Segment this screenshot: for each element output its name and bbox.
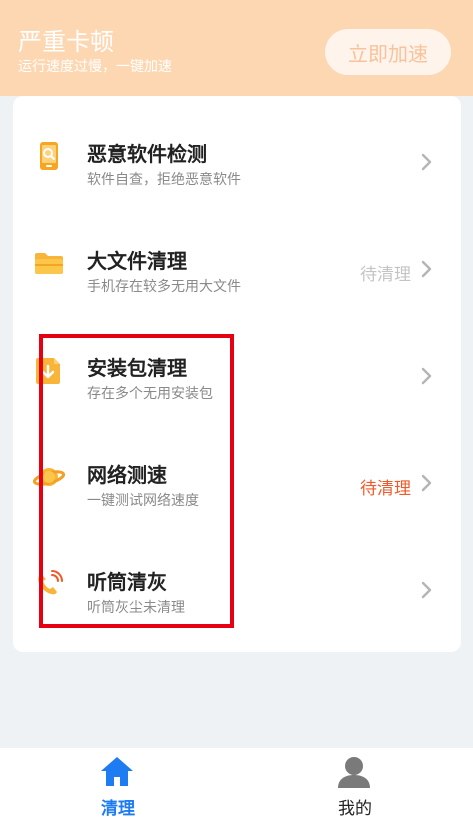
header-banner: 严重卡顿 运行速度过慢，一键加速 立即加速 — [0, 0, 473, 96]
cleanup-list-card: 恶意软件检测 软件自查，拒绝恶意软件 大文件清理 手机存在较多无用大文件 待清理… — [13, 96, 461, 652]
phone-search-icon — [40, 142, 58, 170]
header-title: 严重卡顿 — [18, 28, 114, 56]
item-desc: 软件自查，拒绝恶意软件 — [87, 172, 241, 188]
tab-mine[interactable]: 我的 — [237, 748, 473, 823]
chevron-right-icon — [421, 581, 432, 599]
header-subtitle: 运行速度过慢，一键加速 — [18, 59, 172, 75]
package-download-icon — [36, 358, 60, 384]
list-item-speed-test[interactable]: 网络测速 一键测试网络速度 待清理 — [13, 417, 461, 523]
list-item-large-files[interactable]: 大文件清理 手机存在较多无用大文件 待清理 — [13, 203, 461, 309]
chevron-right-icon — [421, 474, 432, 492]
item-desc: 存在多个无用安装包 — [87, 386, 213, 402]
chevron-right-icon — [421, 367, 432, 385]
tab-label: 我的 — [338, 799, 372, 819]
folder-icon — [35, 253, 63, 274]
tab-clean[interactable]: 清理 — [0, 748, 236, 823]
bottom-tab-bar: 清理 我的 — [0, 748, 473, 823]
phone-handset-icon — [38, 570, 63, 595]
list-item-earpiece-clean[interactable]: 听筒清灰 听筒灰尘未清理 — [13, 524, 461, 630]
home-icon — [101, 757, 133, 786]
item-desc: 手机存在较多无用大文件 — [87, 279, 241, 295]
chevron-right-icon — [421, 153, 432, 171]
list-item-apk-cleanup[interactable]: 安装包清理 存在多个无用安装包 — [13, 310, 461, 416]
status-label: 待清理 — [360, 265, 411, 285]
item-desc: 听筒灰尘未清理 — [87, 600, 185, 616]
list-item-malware-scan[interactable]: 恶意软件检测 软件自查，拒绝恶意软件 — [13, 96, 461, 202]
status-label: 待清理 — [360, 479, 411, 499]
boost-button[interactable]: 立即加速 — [325, 29, 451, 75]
item-title: 大文件清理 — [87, 249, 187, 273]
tab-label: 清理 — [101, 799, 135, 819]
item-title: 听筒清灰 — [87, 570, 167, 594]
item-title: 恶意软件检测 — [87, 142, 207, 166]
item-title: 安装包清理 — [87, 356, 187, 380]
item-title: 网络测速 — [87, 463, 167, 487]
chevron-right-icon — [421, 260, 432, 278]
planet-icon — [33, 468, 65, 486]
item-desc: 一键测试网络速度 — [87, 493, 199, 509]
user-icon — [338, 757, 370, 788]
